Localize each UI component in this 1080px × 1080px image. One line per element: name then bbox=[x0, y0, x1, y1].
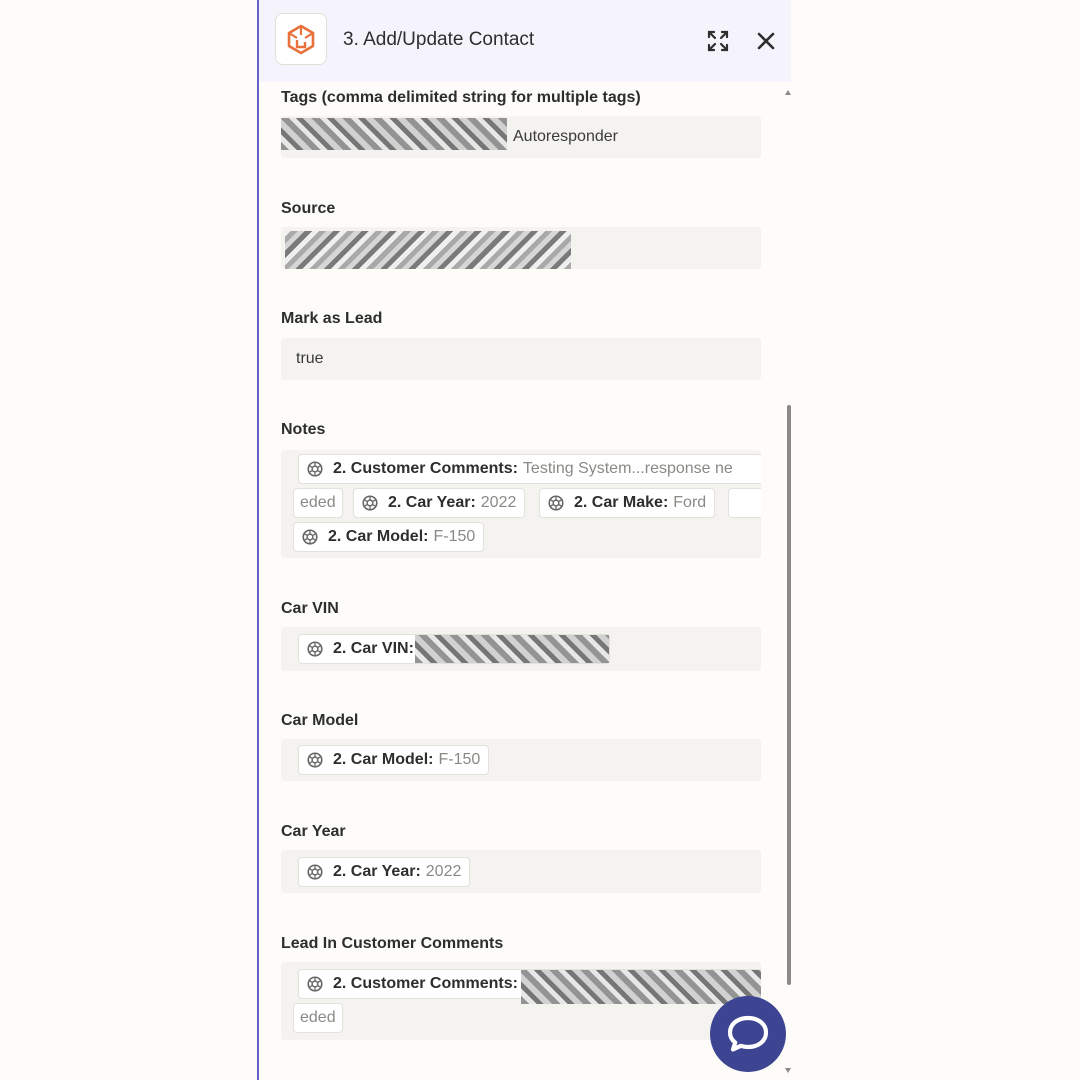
mapped-field-pill[interactable]: 2. Car Make: Ford bbox=[539, 488, 716, 518]
scrollbar-thumb[interactable] bbox=[787, 405, 791, 985]
pill-value: 2022 bbox=[480, 494, 517, 511]
mapped-field-pill[interactable]: eded bbox=[293, 488, 343, 518]
pill-value: eded bbox=[300, 494, 336, 511]
mapped-field-pill[interactable]: 2. Customer Comments: Testing System...r… bbox=[298, 454, 761, 484]
pill-key: 2. Car VIN: bbox=[333, 640, 414, 657]
step-editor-panel: 3. Add/Update Contact Tags (comma delimi… bbox=[257, 0, 791, 1080]
source-field[interactable] bbox=[281, 227, 761, 269]
pill-key: 2. Car Year: bbox=[333, 863, 421, 880]
chat-support-button[interactable] bbox=[710, 996, 786, 1072]
redacted-value bbox=[415, 635, 609, 663]
openai-icon bbox=[305, 639, 325, 659]
mark-as-lead-label: Mark as Lead bbox=[281, 310, 383, 327]
step-title: 3. Add/Update Contact bbox=[343, 29, 535, 50]
expand-icon bbox=[707, 30, 729, 52]
notes-label: Notes bbox=[281, 421, 326, 438]
mapped-field-pill[interactable]: 2. Car Model: F-150 bbox=[298, 745, 490, 775]
car-vin-field[interactable]: 2. Car VIN: bbox=[281, 627, 761, 671]
source-label: Source bbox=[281, 200, 336, 217]
car-model-label: Car Model bbox=[281, 712, 359, 729]
pill-key: 2. Car Make: bbox=[574, 494, 669, 511]
pill-value: eded bbox=[300, 1009, 336, 1026]
mapped-field-pill[interactable]: eded bbox=[293, 1003, 343, 1033]
openai-icon bbox=[305, 974, 325, 994]
tags-value: Autoresponder bbox=[513, 128, 618, 145]
openai-icon bbox=[300, 527, 320, 547]
pill-key: 2. Customer Comments: bbox=[333, 975, 518, 992]
openai-icon bbox=[305, 459, 325, 479]
pill-value: Testing System...response ne bbox=[522, 460, 733, 477]
scroll-up-icon[interactable] bbox=[785, 90, 791, 95]
tags-field[interactable]: Autoresponder bbox=[281, 116, 761, 158]
mark-as-lead-field[interactable]: true bbox=[281, 338, 761, 380]
mapped-field-pill[interactable]: 2. Car Year: 2022 bbox=[353, 488, 526, 518]
pill-value: 2022 bbox=[425, 863, 462, 880]
mapped-field-pill[interactable]: 2. Car Year: 2022 bbox=[298, 857, 471, 887]
car-year-field[interactable]: 2. Car Year: 2022 bbox=[281, 850, 761, 893]
scroll-down-icon[interactable] bbox=[785, 1068, 791, 1073]
close-button[interactable] bbox=[751, 26, 781, 56]
car-year-label: Car Year bbox=[281, 823, 346, 840]
openai-icon bbox=[360, 493, 380, 513]
pill-key: 2. Customer Comments: bbox=[333, 460, 518, 477]
lead-comments-field[interactable]: 2. Customer Comments: eded bbox=[281, 962, 761, 1040]
close-icon bbox=[757, 32, 775, 50]
lead-comments-label: Lead In Customer Comments bbox=[281, 935, 504, 952]
mapped-field-pill-cut[interactable] bbox=[728, 488, 761, 518]
redacted-value bbox=[281, 118, 507, 150]
openai-icon bbox=[305, 862, 325, 882]
pill-key: 2. Car Model: bbox=[328, 528, 429, 545]
pill-value: Ford bbox=[673, 494, 707, 511]
keap-cube-icon bbox=[287, 24, 315, 55]
tags-label: Tags (comma delimited string for multipl… bbox=[281, 89, 641, 106]
openai-icon bbox=[546, 493, 566, 513]
mark-as-lead-value: true bbox=[296, 350, 324, 367]
car-model-field[interactable]: 2. Car Model: F-150 bbox=[281, 739, 761, 781]
redacted-value bbox=[521, 970, 761, 1004]
pill-key: 2. Car Model: bbox=[333, 751, 434, 768]
pill-value: F-150 bbox=[438, 751, 481, 768]
app-logo bbox=[275, 13, 327, 65]
redacted-value bbox=[285, 231, 571, 269]
notes-field[interactable]: 2. Customer Comments: Testing System...r… bbox=[281, 450, 761, 558]
pill-value: F-150 bbox=[433, 528, 476, 545]
chat-bubble-icon bbox=[727, 1015, 769, 1052]
panel-header: 3. Add/Update Contact bbox=[259, 0, 791, 82]
car-vin-label: Car VIN bbox=[281, 600, 339, 617]
mapped-field-pill[interactable]: 2. Car Model: F-150 bbox=[293, 522, 485, 552]
openai-icon bbox=[305, 750, 325, 770]
expand-button[interactable] bbox=[703, 26, 733, 56]
pill-key: 2. Car Year: bbox=[388, 494, 476, 511]
